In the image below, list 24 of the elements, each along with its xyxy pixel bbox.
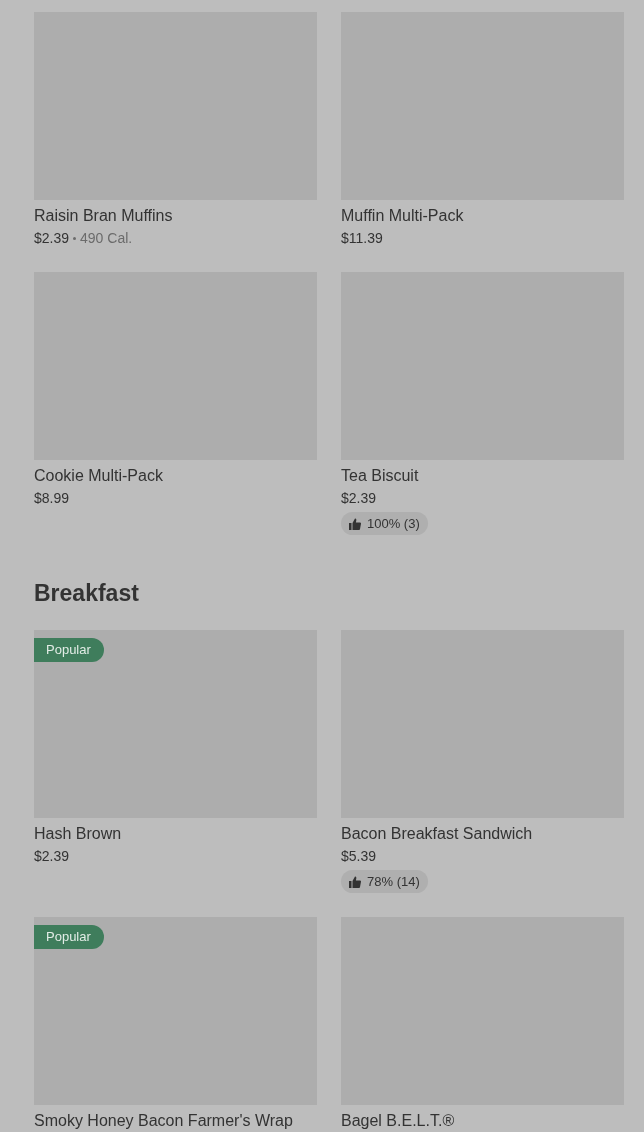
image-placeholder[interactable]: Popular: [34, 630, 317, 818]
item-price: $2.39: [34, 847, 70, 866]
item-price: $2.39: [341, 489, 377, 508]
section-heading: Breakfast: [34, 579, 139, 608]
item-name: Bacon Breakfast Sandwich: [341, 824, 533, 844]
item-name: Bagel B.E.L.T.®: [341, 1111, 455, 1131]
item-name: Cookie Multi-Pack: [34, 466, 163, 486]
item-name: Raisin Bran Muffins: [34, 206, 173, 226]
popular-badge: Popular: [34, 925, 104, 949]
popular-badge: Popular: [34, 638, 104, 662]
rating-pill: 100% (3): [341, 512, 428, 535]
image-placeholder[interactable]: Popular: [34, 917, 317, 1105]
item-price: $5.39: [341, 847, 377, 866]
item-price: $8.99: [34, 489, 70, 508]
item-name: Tea Biscuit: [341, 466, 419, 486]
item-calories: 490 Cal.: [80, 229, 133, 248]
thumbs-up-icon: [349, 517, 361, 530]
item-price: $2.39: [34, 229, 70, 248]
item-name: Hash Brown: [34, 824, 122, 844]
rating-pill: 78% (14): [341, 870, 428, 893]
item-name: Smoky Honey Bacon Farmer's Wrap: [34, 1111, 293, 1131]
item-price: $11.39: [341, 229, 383, 248]
thumbs-up-icon: [349, 875, 361, 888]
item-name: Muffin Multi-Pack: [341, 206, 464, 226]
